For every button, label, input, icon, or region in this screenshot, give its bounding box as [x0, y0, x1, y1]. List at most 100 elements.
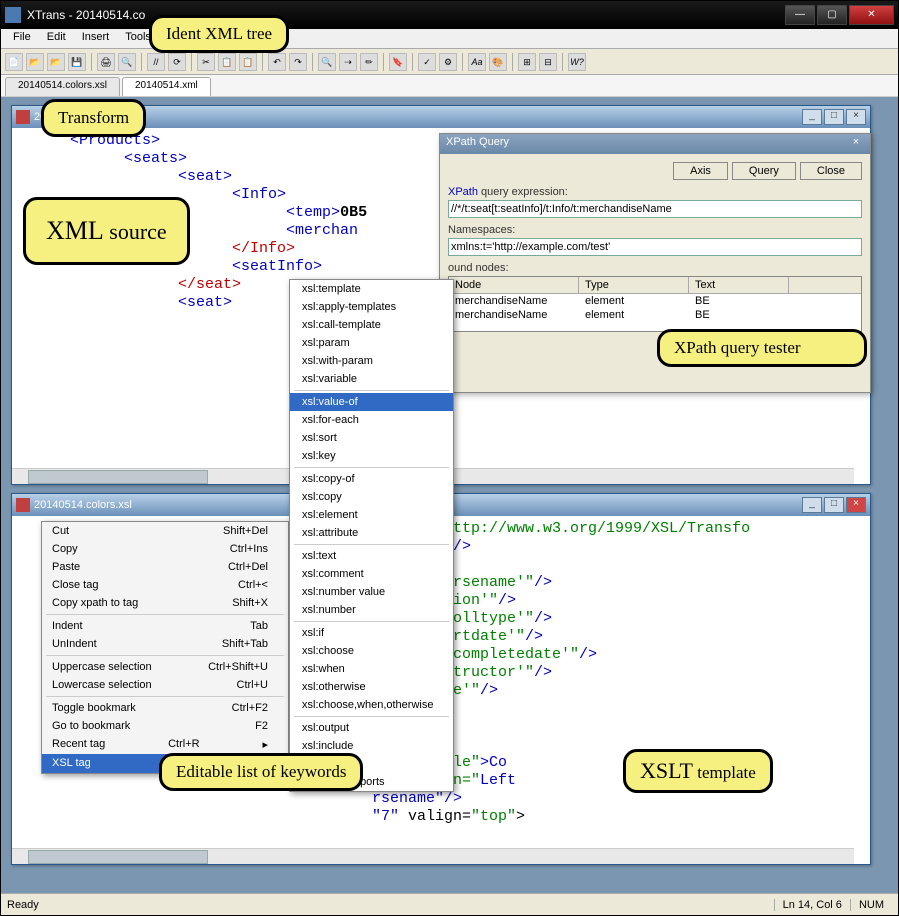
xsl-max-button[interactable]: □ — [824, 497, 844, 513]
xsl-xsl-choose[interactable]: xsl:choose — [290, 642, 453, 660]
ctx-recent-tag[interactable]: Recent tagCtrl+R — [42, 735, 288, 754]
callout-xml-source: XML XML sourcesource — [23, 197, 190, 265]
ctx-indent[interactable]: IndentTab — [42, 617, 288, 635]
find-icon[interactable]: 🔍 — [318, 53, 336, 71]
preview-icon[interactable]: 🔍 — [118, 53, 136, 71]
ctx-close-tag[interactable]: Close tagCtrl+< — [42, 576, 288, 594]
xsl-xsl-comment[interactable]: xsl:comment — [290, 565, 453, 583]
xsl-xsl-call-template[interactable]: xsl:call-template — [290, 316, 453, 334]
xpath-ns-input[interactable] — [448, 238, 862, 256]
open2-icon[interactable]: 📂 — [47, 53, 65, 71]
xsl-xsl-key[interactable]: xsl:key — [290, 447, 453, 465]
paste-icon[interactable]: 📋 — [239, 53, 257, 71]
bookmark-icon[interactable]: 🔖 — [389, 53, 407, 71]
ctx-paste[interactable]: PasteCtrl+Del — [42, 558, 288, 576]
xpath-title: XPath Query — [446, 136, 848, 152]
font-icon[interactable]: Aa — [468, 53, 486, 71]
tab-xml[interactable]: 20140514.xml — [122, 77, 211, 96]
xsl-xsl-output[interactable]: xsl:output — [290, 719, 453, 737]
maximize-button[interactable]: ▢ — [817, 5, 847, 25]
ctx-go-to-bookmark[interactable]: Go to bookmarkF2 — [42, 717, 288, 735]
xpath-close-button[interactable]: Close — [800, 162, 862, 180]
xsl-close-button[interactable]: × — [846, 497, 866, 513]
ctx-copy[interactable]: CopyCtrl+Ins — [42, 540, 288, 558]
callout-transform: Transform — [41, 99, 146, 137]
xml-max-button[interactable]: □ — [824, 109, 844, 125]
xsl-xsl-apply-templates[interactable]: xsl:apply-templates — [290, 298, 453, 316]
split-h-icon[interactable]: ⊞ — [518, 53, 536, 71]
findnext-icon[interactable]: ⇢ — [339, 53, 357, 71]
xsl-xsl-sort[interactable]: xsl:sort — [290, 429, 453, 447]
xsl-submenu[interactable]: xsl:templatexsl:apply-templatesxsl:call-… — [289, 279, 454, 792]
statusbar: Ready Ln 14, Col 6 NUM — [1, 893, 898, 915]
color-icon[interactable]: 🎨 — [489, 53, 507, 71]
callout-xslt: XSLT template — [623, 749, 773, 793]
xml-min-button[interactable]: _ — [802, 109, 822, 125]
col-node: Node — [449, 277, 579, 293]
xsl-min-button[interactable]: _ — [802, 497, 822, 513]
xpath-close-icon[interactable]: × — [848, 136, 864, 152]
ctx-uppercase-selection[interactable]: Uppercase selectionCtrl+Shift+U — [42, 658, 288, 676]
xsl-xsl-text[interactable]: xsl:text — [290, 547, 453, 565]
xsl-xsl-value-of[interactable]: xsl:value-of — [290, 393, 453, 411]
xsl-xsl-element[interactable]: xsl:element — [290, 506, 453, 524]
xpath-ns-label: Namespaces: — [448, 224, 862, 236]
xsl-xsl-if[interactable]: xsl:if — [290, 624, 453, 642]
xpath-expr-input[interactable] — [448, 200, 862, 218]
callout-ident: Ident XML tree — [149, 15, 289, 53]
xsl-xsl-otherwise[interactable]: xsl:otherwise — [290, 678, 453, 696]
callout-xpath: XPath query tester — [657, 329, 867, 367]
tool1-icon[interactable]: // — [147, 53, 165, 71]
copy-icon[interactable]: 📋 — [218, 53, 236, 71]
xsl-xsl-choose-when-otherwise[interactable]: xsl:choose,when,otherwise — [290, 696, 453, 714]
close-button[interactable]: ✕ — [849, 5, 894, 25]
xsl-xsl-attribute[interactable]: xsl:attribute — [290, 524, 453, 542]
xsl-xsl-copy[interactable]: xsl:copy — [290, 488, 453, 506]
xsl-xsl-with-param[interactable]: xsl:with-param — [290, 352, 453, 370]
ctx-cut[interactable]: CutShift+Del — [42, 522, 288, 540]
menu-file[interactable]: File — [5, 29, 39, 48]
xpath-expr-label: query expression: — [481, 186, 568, 198]
replace-icon[interactable]: ✏ — [360, 53, 378, 71]
save-icon[interactable]: 💾 — [68, 53, 86, 71]
xsl-scrollbar-h[interactable] — [12, 848, 854, 864]
xsl-xsl-for-each[interactable]: xsl:for-each — [290, 411, 453, 429]
xpath-query-button[interactable]: Query — [732, 162, 796, 180]
open-icon[interactable]: 📂 — [26, 53, 44, 71]
validate-icon[interactable]: ✓ — [418, 53, 436, 71]
xsl-xsl-number value[interactable]: xsl:number value — [290, 583, 453, 601]
xsl-xsl-variable[interactable]: xsl:variable — [290, 370, 453, 388]
xpath-found-label: ound nodes: — [448, 262, 862, 274]
xpath-titlebar[interactable]: XPath Query × — [440, 134, 870, 154]
xsl-xsl-when[interactable]: xsl:when — [290, 660, 453, 678]
redo-icon[interactable]: ↷ — [289, 53, 307, 71]
xsl-xsl-number[interactable]: xsl:number — [290, 601, 453, 619]
xsl-xsl-template[interactable]: xsl:template — [290, 280, 453, 298]
xpath-axis-button[interactable]: Axis — [673, 162, 728, 180]
tab-xsl[interactable]: 20140514.colors.xsl — [5, 77, 120, 96]
tool3-icon[interactable]: ⚙ — [439, 53, 457, 71]
ctx-lowercase-selection[interactable]: Lowercase selectionCtrl+U — [42, 676, 288, 694]
new-icon[interactable]: 📄 — [5, 53, 23, 71]
xsl-xsl-param[interactable]: xsl:param — [290, 334, 453, 352]
toolbar: 📄 📂 📂 💾 🖨 🔍 // ⟳ ✂ 📋 📋 ↶ ↷ 🔍 ⇢ ✏ 🔖 ✓ ⚙ A… — [1, 49, 898, 75]
status-ready: Ready — [7, 899, 39, 911]
minimize-button[interactable]: — — [785, 5, 815, 25]
tool2-icon[interactable]: ⟳ — [168, 53, 186, 71]
ctx-toggle-bookmark[interactable]: Toggle bookmarkCtrl+F2 — [42, 699, 288, 717]
cut-icon[interactable]: ✂ — [197, 53, 215, 71]
menu-edit[interactable]: Edit — [39, 29, 74, 48]
undo-icon[interactable]: ↶ — [268, 53, 286, 71]
split-v-icon[interactable]: ⊟ — [539, 53, 557, 71]
xml-close-button[interactable]: × — [846, 109, 866, 125]
xsl-xsl-copy-of[interactable]: xsl:copy-of — [290, 470, 453, 488]
help-icon[interactable]: W? — [568, 53, 586, 71]
print-icon[interactable]: 🖨 — [97, 53, 115, 71]
ctx-copy-xpath-to-tag[interactable]: Copy xpath to tagShift+X — [42, 594, 288, 612]
xpath-result-grid[interactable]: Node Type Text merchandiseName element B… — [448, 276, 862, 332]
context-menu[interactable]: CutShift+DelCopyCtrl+InsPasteCtrl+DelClo… — [41, 521, 289, 774]
result-row: merchandiseName element BE — [449, 294, 861, 308]
status-position: Ln 14, Col 6 — [774, 899, 850, 911]
menu-insert[interactable]: Insert — [74, 29, 118, 48]
ctx-unindent[interactable]: UnIndentShift+Tab — [42, 635, 288, 653]
